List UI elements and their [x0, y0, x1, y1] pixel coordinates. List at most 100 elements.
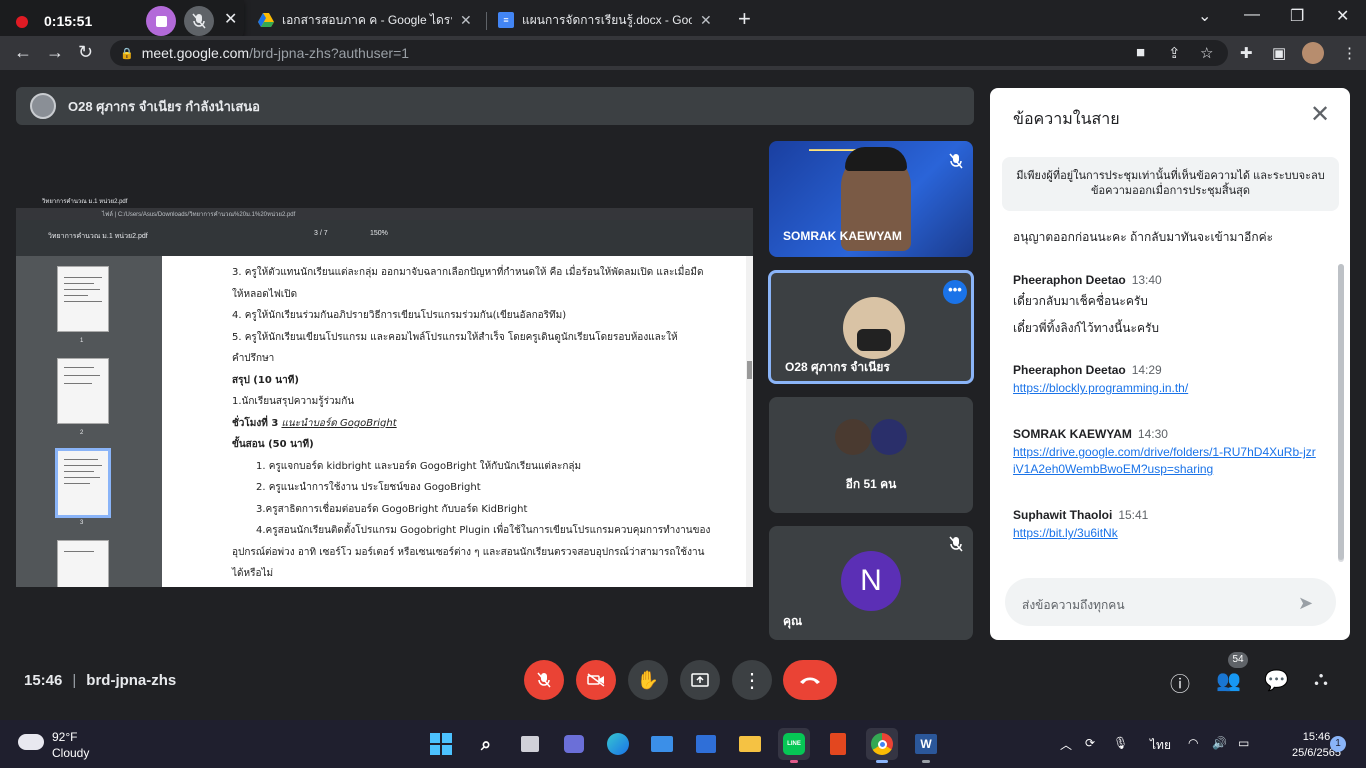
google-drive-icon — [258, 12, 274, 28]
chat-sender: Pheeraphon Deetao 13:40 — [1013, 273, 1162, 287]
side-panel-icon[interactable]: ▣ — [1272, 44, 1286, 62]
forward-button[interactable]: → — [46, 42, 64, 63]
chat-scrollbar[interactable] — [1338, 264, 1344, 562]
reload-button[interactable]: ↻ — [78, 42, 93, 63]
minimize-button[interactable]: — — [1244, 6, 1260, 24]
line-app-button[interactable]: LINE — [778, 728, 810, 760]
mail-button[interactable] — [646, 728, 678, 760]
tab-search-chevron-icon[interactable]: ⌄ — [1198, 6, 1211, 26]
new-tab-button[interactable]: + — [738, 6, 751, 32]
present-screen-button[interactable] — [680, 660, 720, 700]
profile-avatar[interactable] — [1302, 42, 1324, 64]
presenter-text: O28 ศุภากร จำเนียร กำลังนำเสนอ — [68, 98, 260, 114]
people-icon[interactable]: 👥 — [1216, 668, 1241, 693]
camera-icon[interactable]: ■ — [1136, 44, 1145, 61]
chat-message-text: เดี๋ยวพี่ทิ้งลิงก์ไว้ทางนี้นะครับ — [1013, 321, 1160, 335]
office-button[interactable] — [822, 728, 854, 760]
address-bar[interactable]: 🔒 meet.google.com/brd-jpna-zhs?authuser=… — [110, 40, 1228, 66]
browser-menu-icon[interactable]: ⋮ — [1342, 44, 1357, 62]
leave-call-button[interactable] — [783, 660, 837, 700]
url-path: /brd-jpna-zhs?authuser=1 — [249, 45, 410, 61]
sync-icon[interactable]: ⟳ — [1085, 736, 1095, 750]
pdf-zoom: 150% — [370, 230, 388, 237]
line-icon: LINE — [783, 733, 805, 755]
tab-google-drive[interactable]: เอกสารสอบภาค ค - Google ไดรฟ์ ✕ — [258, 4, 472, 36]
chat-message-text: เดี๋ยวกลับมาเช็คชื่อนะครับ — [1013, 294, 1148, 308]
chat-message-text: อนุญาตออกก่อนนะคะ ถ้ากลับมาทันจะเข้ามาอี… — [1013, 230, 1274, 244]
share-icon[interactable]: ⇪ — [1168, 44, 1181, 62]
google-docs-icon: ≡ — [498, 12, 514, 28]
doc-heading-hour: ชั่วโมงที่ 3 แนะนำบอร์ด GogoBright — [232, 413, 746, 435]
scroll-thumb[interactable] — [1338, 264, 1344, 560]
bookmark-star-icon[interactable]: ☆ — [1200, 44, 1213, 62]
pdf-scrollbar[interactable] — [746, 256, 753, 587]
doc-heading: สรุป (10 นาที) — [232, 374, 299, 386]
more-options-button[interactable]: ••• — [943, 280, 967, 304]
thumbnail-number: 1 — [80, 338, 84, 344]
scroll-thumb[interactable] — [747, 361, 752, 379]
chat-message: Pheeraphon Deetao 14:29 https://blockly.p… — [1013, 363, 1318, 397]
toggle-mic-button[interactable] — [524, 660, 564, 700]
close-tab-icon[interactable]: ✕ — [700, 12, 712, 29]
doc-line: 2. ครูแนะนำการใช้งาน ประโยชน์ของ GogoBri… — [256, 482, 481, 493]
extensions-puzzle-icon[interactable]: ✚ — [1240, 44, 1253, 62]
stop-recording-button[interactable] — [146, 6, 176, 36]
input-language[interactable]: ไทย — [1150, 736, 1171, 755]
word-button[interactable]: W — [910, 728, 942, 760]
chat-notice: มีเพียงผู้ที่อยู่ในการประชุมเท่านั้นที่เ… — [1002, 157, 1339, 211]
edge-button[interactable] — [602, 728, 634, 760]
participant-tile-others[interactable]: อีก 51 คน — [769, 397, 973, 513]
chat-input[interactable]: ส่งข้อความถึงทุกคน — [1005, 578, 1336, 626]
recorder-mic-button[interactable] — [184, 6, 214, 36]
store-button[interactable] — [690, 728, 722, 760]
chrome-button[interactable] — [866, 728, 898, 760]
lock-icon: 🔒 — [120, 47, 134, 60]
chat-link[interactable]: https://drive.google.com/drive/folders/1… — [1013, 444, 1318, 478]
search-taskbar-button[interactable]: ⌕ — [470, 728, 502, 760]
tab-google-docs[interactable]: ≡ แผนการจัดการเรียนรู้.docx - Google ✕ — [498, 4, 712, 36]
back-button[interactable]: ← — [14, 42, 32, 63]
send-icon[interactable]: ➤ — [1298, 593, 1313, 614]
doc-line: อุปกรณ์ต่อพ่วง อาทิ เซอร์โว มอร์เตอร์ หร… — [232, 546, 705, 558]
participant-name: SOMRAK KAEWYAM — [783, 229, 902, 243]
chat-header: ข้อความในสาย — [1013, 111, 1120, 128]
wifi-icon[interactable]: ◠ — [1188, 736, 1198, 750]
close-chat-button[interactable]: ✕ — [1310, 103, 1330, 127]
presenter-bar: O28 ศุภากร จำเนียร กำลังนำเสนอ — [16, 87, 974, 125]
raise-hand-button[interactable]: ✋ — [628, 660, 668, 700]
close-recorder-button[interactable]: ✕ — [224, 9, 237, 29]
file-explorer-button[interactable] — [734, 728, 766, 760]
more-options-button[interactable]: ⋮ — [732, 660, 772, 700]
volume-icon[interactable]: 🔊 — [1212, 736, 1227, 750]
participant-tile-self[interactable]: N คุณ — [769, 526, 973, 640]
thumbnail-page — [57, 358, 109, 424]
maximize-button[interactable]: ❐ — [1290, 6, 1304, 26]
microphone-tray-icon[interactable]: 🎙 — [1113, 736, 1128, 750]
recording-timer: 0:15:51 — [44, 13, 93, 29]
chat-time: 13:40 — [1131, 273, 1162, 287]
others-count: อีก 51 คน — [845, 477, 897, 491]
teams-chat-button[interactable] — [558, 728, 590, 760]
chat-link[interactable]: https://blockly.programming.in.th/ — [1013, 380, 1318, 397]
weather-condition: Cloudy — [52, 746, 90, 760]
chat-message: SOMRAK KAEWYAM 14:30 https://drive.google… — [1013, 427, 1318, 478]
battery-icon[interactable]: ▭ — [1238, 736, 1249, 750]
participant-tile-presenter[interactable]: ••• O28 ศุภากร จำเนียร — [768, 270, 974, 384]
chat-icon[interactable]: 💬 — [1264, 668, 1289, 693]
doc-line: ได้หรือไม่ — [232, 568, 274, 579]
task-view-icon — [521, 736, 539, 752]
toggle-camera-button[interactable] — [576, 660, 616, 700]
meeting-details-icon[interactable]: ⓘ — [1170, 668, 1190, 697]
close-tab-icon[interactable]: ✕ — [460, 12, 472, 29]
start-button[interactable] — [425, 728, 457, 760]
participant-tile-somrak[interactable]: ▬▬▬▬▬▬▬▬▬▬▬▬▬ SOMRAK KAEWYAM — [769, 141, 973, 257]
show-hidden-icons-chevron-icon[interactable]: ︿ — [1060, 736, 1072, 753]
task-view-button[interactable] — [514, 728, 546, 760]
notification-badge[interactable]: 1 — [1330, 736, 1346, 752]
chat-time: 14:29 — [1131, 363, 1162, 377]
chat-link[interactable]: https://bit.ly/3u6itNk — [1013, 525, 1318, 542]
activities-icon[interactable]: ⛬ — [1314, 668, 1328, 691]
running-indicator — [922, 760, 930, 763]
shared-address-bar: ไฟล์ | C:/Users/Asus/Downloads/วิทยาการค… — [16, 208, 753, 220]
close-window-button[interactable]: ✕ — [1336, 6, 1349, 26]
